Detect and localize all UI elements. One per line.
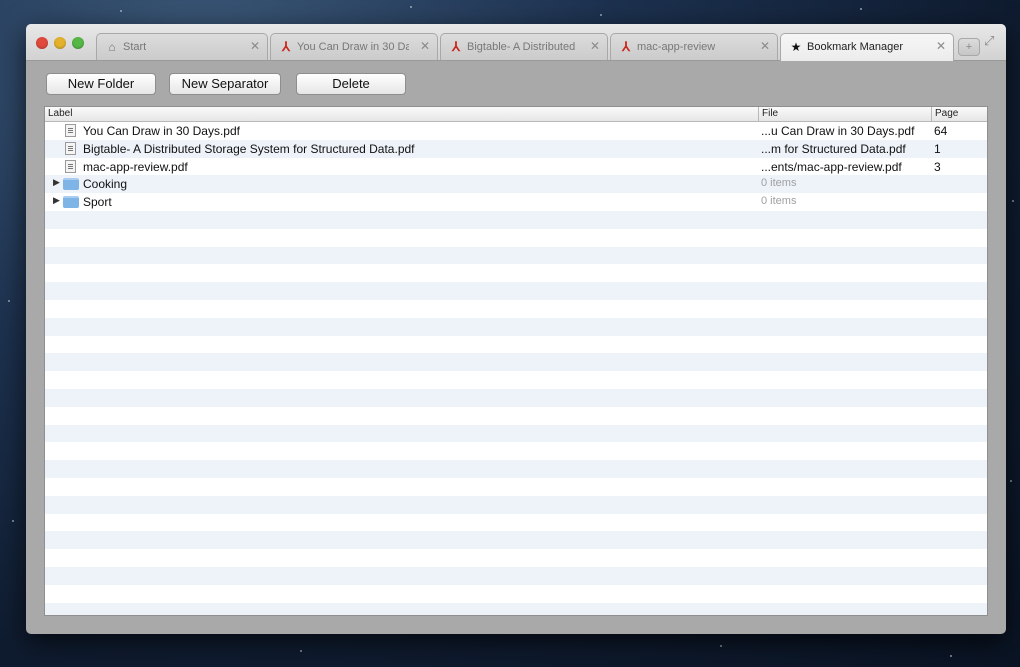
- delete-button[interactable]: Delete: [296, 73, 406, 95]
- item-label: Cooking: [83, 177, 128, 192]
- empty-row: [45, 602, 987, 615]
- fullscreen-icon[interactable]: ⤢: [984, 33, 994, 49]
- tab-start[interactable]: ⌂ Start ✕: [96, 33, 268, 60]
- item-page: 3: [934, 159, 941, 174]
- browser-window: ⌂ Start ✕ ⅄ You Can Draw in 30 Da ✕ ⅄ Bi…: [26, 24, 1006, 634]
- tab-mac-app-review[interactable]: ⅄ mac-app-review ✕: [610, 33, 778, 60]
- tab-label: Bookmark Manager: [807, 41, 903, 53]
- pdf-icon: ⅄: [282, 39, 290, 54]
- empty-row: [45, 514, 987, 532]
- new-tab-button[interactable]: +: [958, 38, 980, 56]
- tab-close-icon[interactable]: ✕: [250, 39, 260, 53]
- home-icon: ⌂: [108, 40, 116, 54]
- empty-row: [45, 478, 987, 496]
- item-file: ...ents/mac-app-review.pdf: [761, 159, 902, 174]
- new-separator-button[interactable]: New Separator: [169, 73, 281, 95]
- tab-label: Bigtable- A Distributed: [467, 41, 576, 53]
- disclosure-triangle-icon[interactable]: ▶: [53, 177, 60, 188]
- empty-row: [45, 531, 987, 550]
- empty-row: [45, 353, 987, 372]
- maximize-window-button[interactable]: [72, 37, 84, 49]
- tab-close-icon[interactable]: ✕: [590, 39, 600, 53]
- new-folder-button[interactable]: New Folder: [46, 73, 156, 95]
- pdf-icon: ⅄: [622, 39, 630, 54]
- empty-row: [45, 424, 987, 443]
- folder-icon: [63, 196, 79, 209]
- folder-icon: [63, 178, 79, 191]
- title-bar: ⌂ Start ✕ ⅄ You Can Draw in 30 Da ✕ ⅄ Bi…: [26, 24, 1006, 61]
- item-page: 64: [934, 124, 948, 138]
- list-item[interactable]: mac-app-review.pdf ...ents/mac-app-revie…: [45, 158, 987, 176]
- list-item[interactable]: ▶ Cooking 0 items: [45, 175, 987, 194]
- item-page: 1: [934, 141, 941, 156]
- list-item[interactable]: Bigtable- A Distributed Storage System f…: [45, 139, 987, 158]
- tab-close-icon[interactable]: ✕: [420, 39, 430, 53]
- tab-label: Start: [123, 41, 147, 53]
- tab-label: mac-app-review: [637, 41, 716, 53]
- empty-row: [45, 585, 987, 603]
- empty-row: [45, 549, 987, 567]
- column-header-page[interactable]: Page: [935, 108, 958, 119]
- item-label: You Can Draw in 30 Days.pdf: [83, 124, 240, 138]
- disclosure-triangle-icon[interactable]: ▶: [53, 195, 60, 206]
- empty-row: [45, 567, 987, 585]
- empty-row: [45, 264, 987, 282]
- empty-row: [45, 442, 987, 460]
- tab-you-can-draw[interactable]: ⅄ You Can Draw in 30 Da ✕: [270, 33, 438, 60]
- item-label: mac-app-review.pdf: [83, 159, 188, 174]
- empty-row: [45, 407, 987, 425]
- minimize-window-button[interactable]: [54, 37, 66, 49]
- document-icon: [65, 141, 76, 155]
- tab-label: You Can Draw in 30 Da: [297, 41, 409, 53]
- bookmark-list[interactable]: Label File Page You Can Draw in 30 Days.…: [44, 106, 988, 616]
- empty-row: [45, 246, 987, 265]
- column-header-file[interactable]: File: [762, 108, 778, 119]
- empty-row: [45, 211, 987, 229]
- list-item[interactable]: You Can Draw in 30 Days.pdf ...u Can Dra…: [45, 122, 987, 140]
- document-icon: [65, 159, 76, 173]
- empty-row: [45, 300, 987, 318]
- empty-row: [45, 371, 987, 389]
- tab-close-icon[interactable]: ✕: [760, 39, 770, 53]
- empty-row: [45, 282, 987, 300]
- item-label: Bigtable- A Distributed Storage System f…: [83, 141, 415, 156]
- empty-row: [45, 389, 987, 407]
- list-header: Label File Page: [45, 107, 987, 122]
- item-file: ...m for Structured Data.pdf: [761, 141, 906, 156]
- item-file: 0 items: [761, 195, 797, 208]
- item-label: Sport: [83, 195, 112, 210]
- empty-row: [45, 336, 987, 354]
- tab-close-icon[interactable]: ✕: [936, 39, 946, 53]
- tab-bookmark-manager[interactable]: ★ Bookmark Manager ✕: [780, 33, 954, 61]
- item-file: ...u Can Draw in 30 Days.pdf: [761, 124, 915, 138]
- column-header-label[interactable]: Label: [48, 108, 72, 119]
- empty-row: [45, 229, 987, 247]
- pdf-icon: ⅄: [452, 39, 460, 54]
- list-item[interactable]: ▶ Sport 0 items: [45, 193, 987, 211]
- empty-row: [45, 495, 987, 514]
- list-rows: You Can Draw in 30 Days.pdf ...u Can Dra…: [45, 122, 987, 615]
- item-file: 0 items: [761, 177, 797, 190]
- empty-row: [45, 460, 987, 478]
- close-window-button[interactable]: [36, 37, 48, 49]
- tab-bigtable[interactable]: ⅄ Bigtable- A Distributed ✕: [440, 33, 608, 60]
- document-icon: [65, 124, 76, 137]
- column-divider[interactable]: [931, 107, 932, 121]
- star-icon: ★: [790, 40, 802, 54]
- column-divider[interactable]: [758, 107, 759, 121]
- empty-row: [45, 317, 987, 336]
